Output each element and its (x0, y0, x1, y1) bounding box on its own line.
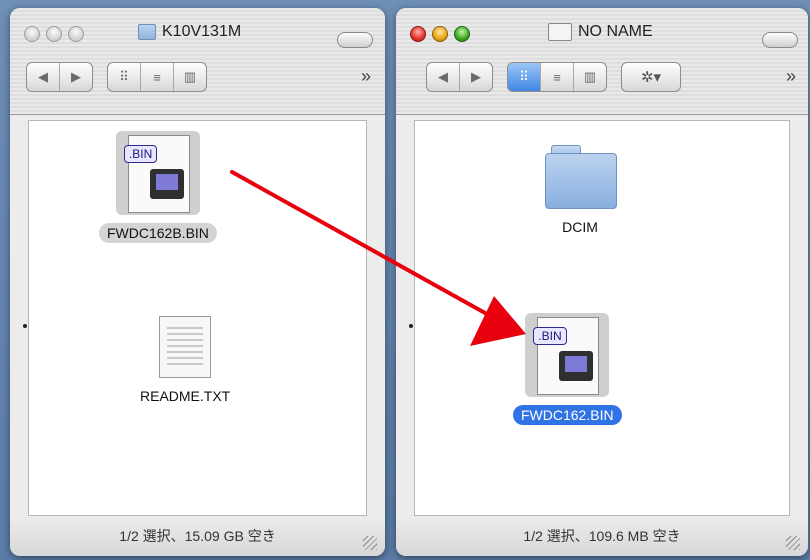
file-name-selected: FWDC162.BIN (513, 405, 622, 425)
file-item[interactable]: README.TXT (132, 316, 238, 406)
status-text: 1/2 選択、15.09 GB 空き (119, 528, 276, 544)
close-button[interactable] (410, 26, 426, 42)
zoom-button[interactable] (454, 26, 470, 42)
file-name: README.TXT (140, 388, 231, 404)
back-forward-control: ◀ ▶ (26, 62, 93, 92)
file-name: FWDC162B.BIN (99, 223, 217, 243)
action-gear-button[interactable]: ✲▾ (621, 62, 681, 92)
window-controls (410, 26, 470, 42)
bin-file-icon: .BIN (525, 313, 610, 397)
file-item[interactable]: .BIN FWDC162B.BIN (99, 131, 217, 243)
view-mode-control: ⠿ ≡ ▥ (507, 62, 607, 92)
finder-window-right: NO NAME ◀ ▶ ⠿ ≡ ▥ ✲▾ » DCIM .BIN FWDC162… (396, 8, 808, 556)
file-item[interactable]: .BIN FWDC162.BIN (513, 313, 622, 425)
close-button[interactable] (24, 26, 40, 42)
titlebar[interactable]: K10V131M ◀ ▶ ⠿ ≡ ▥ » (10, 8, 385, 115)
disk-icon (548, 23, 572, 41)
bin-tag: .BIN (533, 327, 567, 345)
status-bar: 1/2 選択、109.6 MB 空き (396, 516, 808, 556)
column-view-button[interactable]: ▥ (174, 63, 206, 91)
window-title: K10V131M (138, 23, 241, 41)
back-button[interactable]: ◀ (427, 63, 460, 91)
monitor-icon (559, 351, 594, 381)
resize-grip-icon[interactable] (786, 536, 800, 550)
minimize-button[interactable] (432, 26, 448, 42)
column-view-button[interactable]: ▥ (574, 63, 606, 91)
resize-marker (409, 324, 413, 328)
toolbar-toggle-button[interactable] (337, 32, 373, 48)
list-view-button[interactable]: ≡ (541, 63, 574, 91)
forward-button[interactable]: ▶ (60, 63, 92, 91)
list-view-button[interactable]: ≡ (141, 63, 174, 91)
folder-name: DCIM (562, 219, 598, 235)
icon-view-button[interactable]: ⠿ (508, 63, 541, 91)
folder-icon (138, 24, 156, 40)
status-bar: 1/2 選択、15.09 GB 空き (10, 516, 385, 556)
titlebar[interactable]: NO NAME ◀ ▶ ⠿ ≡ ▥ ✲▾ » (396, 8, 808, 115)
toolbar-toggle-button[interactable] (762, 32, 798, 48)
forward-button[interactable]: ▶ (460, 63, 492, 91)
monitor-icon (149, 169, 184, 199)
folder-icon (545, 141, 617, 209)
bin-tag: .BIN (123, 145, 158, 163)
window-controls (24, 26, 84, 42)
window-title-text: NO NAME (578, 23, 653, 40)
minimize-button[interactable] (46, 26, 62, 42)
window-title-text: K10V131M (162, 23, 242, 40)
back-forward-control: ◀ ▶ (426, 62, 493, 92)
file-area[interactable]: .BIN FWDC162B.BIN README.TXT (23, 120, 367, 516)
window-title: NO NAME (548, 23, 653, 41)
toolbar: ◀ ▶ ⠿ ≡ ▥ ✲▾ (426, 62, 681, 92)
status-text: 1/2 選択、109.6 MB 空き (523, 528, 681, 544)
zoom-button[interactable] (68, 26, 84, 42)
resize-grip-icon[interactable] (363, 536, 377, 550)
resize-marker (23, 324, 27, 328)
finder-window-left: K10V131M ◀ ▶ ⠿ ≡ ▥ » .BIN FWDC162B.BIN R… (10, 8, 385, 556)
file-area[interactable]: DCIM .BIN FWDC162.BIN (409, 120, 790, 516)
back-button[interactable]: ◀ (27, 63, 60, 91)
toolbar: ◀ ▶ ⠿ ≡ ▥ (26, 62, 207, 92)
view-mode-control: ⠿ ≡ ▥ (107, 62, 207, 92)
icon-view-button[interactable]: ⠿ (108, 63, 141, 91)
toolbar-overflow-button[interactable]: » (786, 66, 796, 87)
text-file-icon (159, 316, 212, 378)
folder-item[interactable]: DCIM (545, 141, 617, 237)
bin-file-icon: .BIN (115, 131, 200, 215)
toolbar-overflow-button[interactable]: » (361, 66, 371, 87)
